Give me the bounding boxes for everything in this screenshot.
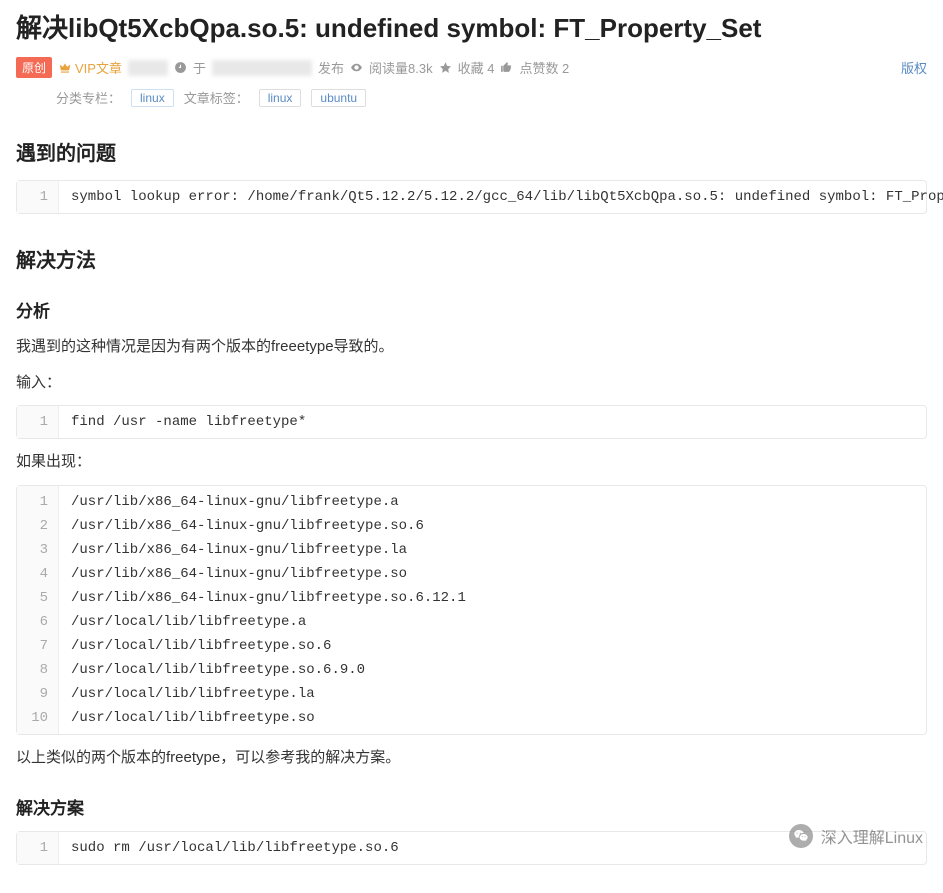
code-line: /usr/lib/x86_64-linux-gnu/libfreetype.so… <box>59 586 478 610</box>
meta-row-2: 分类专栏： linux 文章标签： linux ubuntu <box>56 88 927 107</box>
line-number: 5 <box>17 586 59 610</box>
line-number: 7 <box>17 634 59 658</box>
code-block-find: 1find /usr -name libfreetype* <box>16 405 927 439</box>
publish-label: 发布 <box>318 58 344 77</box>
code-line: symbol lookup error: /home/frank/Qt5.12.… <box>59 181 943 213</box>
line-number: 2 <box>17 514 59 538</box>
category-label: 分类专栏： <box>56 88 121 107</box>
meta-row: 原创 VIP文章 于 发布 阅读量8.3k 收藏 4 点赞数 2 版权 <box>16 57 927 78</box>
views-count: 阅读量8.3k <box>369 58 433 77</box>
code-block-output: 1/usr/lib/x86_64-linux-gnu/libfreetype.a… <box>16 485 927 735</box>
heading-problem: 遇到的问题 <box>16 137 927 166</box>
crown-icon <box>58 61 72 75</box>
eye-icon <box>350 61 363 74</box>
line-number: 1 <box>17 832 59 864</box>
time-prefix: 于 <box>193 58 206 77</box>
code-line: /usr/local/lib/libfreetype.so.6.9.0 <box>59 658 377 682</box>
code-block-problem: 1symbol lookup error: /home/frank/Qt5.12… <box>16 180 927 214</box>
line-number: 10 <box>17 706 59 734</box>
code-line: /usr/lib/x86_64-linux-gnu/libfreetype.so… <box>59 514 436 538</box>
watermark: 深入理解Linux <box>789 824 923 848</box>
code-line: /usr/local/lib/libfreetype.so.6 <box>59 634 343 658</box>
line-number: 1 <box>17 486 59 514</box>
tag-ubuntu[interactable]: ubuntu <box>311 89 366 107</box>
wechat-icon <box>789 824 813 848</box>
conclusion-p: 以上类似的两个版本的freetype，可以参考我的解决方案。 <box>16 745 927 771</box>
clock-icon <box>174 61 187 74</box>
vip-badge[interactable]: VIP文章 <box>58 58 122 77</box>
copyright-link[interactable]: 版权 <box>901 58 927 77</box>
watermark-text: 深入理解Linux <box>821 824 923 848</box>
page-title: 解决libQt5XcbQpa.so.5: undefined symbol: F… <box>16 8 927 45</box>
line-number: 1 <box>17 406 59 438</box>
time-redacted <box>212 60 312 76</box>
analysis-p2: 输入： <box>16 370 927 396</box>
line-number: 8 <box>17 658 59 682</box>
heading-analysis: 分析 <box>16 297 927 322</box>
analysis-p1: 我遇到的这种情况是因为有两个版本的freeetype导致的。 <box>16 334 927 360</box>
tags-label: 文章标签： <box>184 88 249 107</box>
line-number: 4 <box>17 562 59 586</box>
heading-solution: 解决方法 <box>16 244 927 273</box>
code-line: /usr/local/lib/libfreetype.la <box>59 682 327 706</box>
code-line: /usr/lib/x86_64-linux-gnu/libfreetype.so <box>59 562 419 586</box>
if-appear: 如果出现： <box>16 449 927 475</box>
heading-fix: 解决方案 <box>16 794 927 819</box>
line-number: 3 <box>17 538 59 562</box>
code-line: /usr/local/lib/libfreetype.so <box>59 706 327 734</box>
code-line: /usr/local/lib/libfreetype.a <box>59 610 318 634</box>
line-number: 6 <box>17 610 59 634</box>
thumb-icon <box>500 61 513 74</box>
category-tag[interactable]: linux <box>131 89 174 107</box>
likes-count: 点赞数 2 <box>519 58 569 77</box>
code-line: /usr/lib/x86_64-linux-gnu/libfreetype.a <box>59 486 411 514</box>
author-redacted <box>128 60 168 76</box>
code-line: sudo rm /usr/local/lib/libfreetype.so.6 <box>59 832 411 864</box>
original-badge: 原创 <box>16 57 52 78</box>
tag-linux[interactable]: linux <box>259 89 302 107</box>
star-icon <box>439 61 452 74</box>
code-line: /usr/lib/x86_64-linux-gnu/libfreetype.la <box>59 538 419 562</box>
vip-label: VIP文章 <box>75 58 122 77</box>
favorites-count: 收藏 4 <box>458 58 495 77</box>
line-number: 9 <box>17 682 59 706</box>
line-number: 1 <box>17 181 59 213</box>
code-line: find /usr -name libfreetype* <box>59 406 318 438</box>
